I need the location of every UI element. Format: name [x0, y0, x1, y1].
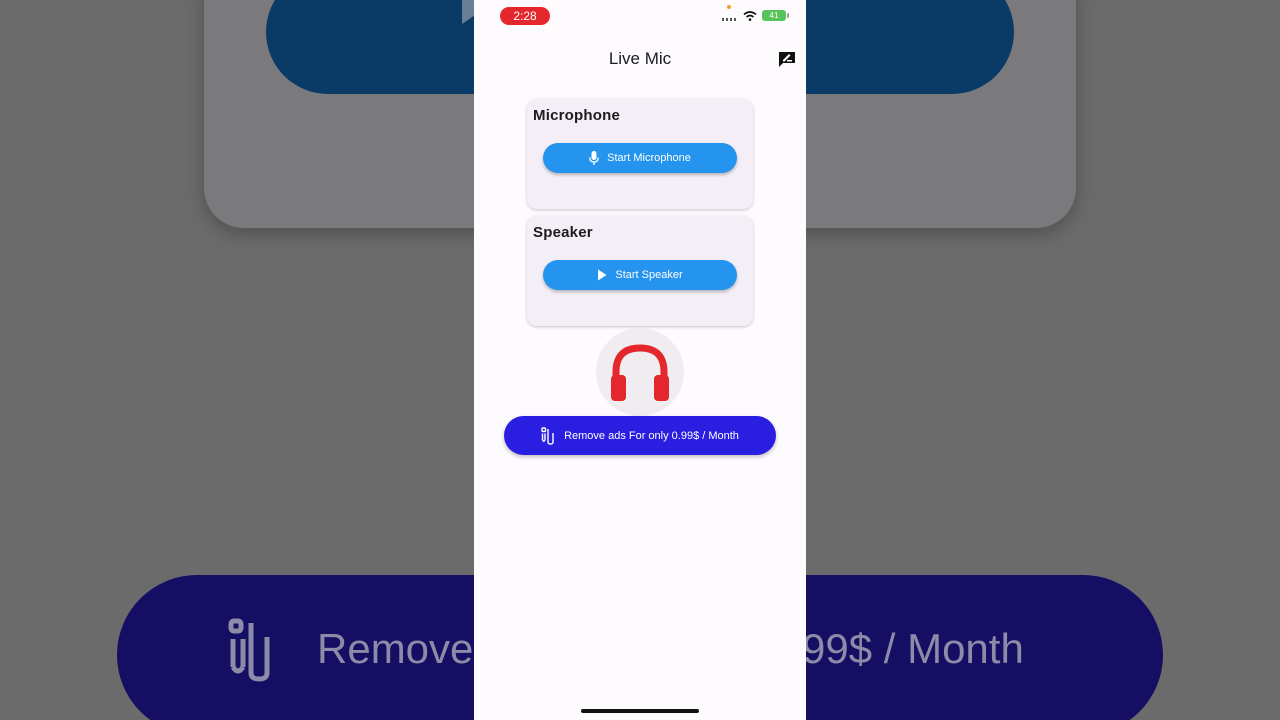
feedback-icon[interactable] — [778, 50, 796, 68]
remove-ads-button[interactable]: Remove ads For only 0.99$ / Month — [504, 416, 776, 455]
phone-screen: 2:28 41 Live Mic Microphone Start Microp… — [474, 0, 806, 720]
background-remove-ads-icon — [228, 618, 270, 682]
speaker-card: Speaker Start Speaker — [527, 216, 753, 326]
background-price-text: 99$ / Month — [802, 625, 1024, 672]
status-time: 2:28 — [500, 7, 550, 25]
remove-ads-label: Remove ads For only 0.99$ / Month — [564, 429, 739, 442]
microphone-card: Microphone Start Microphone — [527, 99, 753, 209]
signal-icon — [722, 17, 736, 21]
mic-icon — [589, 151, 599, 165]
headphones-badge — [596, 328, 684, 416]
microphone-card-title: Microphone — [533, 107, 620, 124]
speaker-card-title: Speaker — [533, 224, 593, 241]
battery-icon: 41 — [762, 10, 789, 21]
start-speaker-button[interactable]: Start Speaker — [543, 260, 737, 290]
start-microphone-button[interactable]: Start Microphone — [543, 143, 737, 173]
status-icons: 41 — [722, 10, 789, 21]
remove-ads-icon — [541, 426, 554, 445]
home-indicator[interactable] — [581, 709, 699, 713]
page-title: Live Mic — [608, 49, 672, 68]
background-remove-text: Remove — [317, 625, 474, 672]
privacy-indicator-dot — [727, 5, 731, 9]
status-bar: 2:28 41 — [474, 0, 806, 34]
wifi-icon — [743, 10, 757, 21]
start-microphone-label: Start Microphone — [607, 152, 691, 164]
play-icon — [598, 269, 607, 281]
start-speaker-label: Start Speaker — [615, 269, 683, 281]
headphones-icon — [611, 344, 669, 401]
